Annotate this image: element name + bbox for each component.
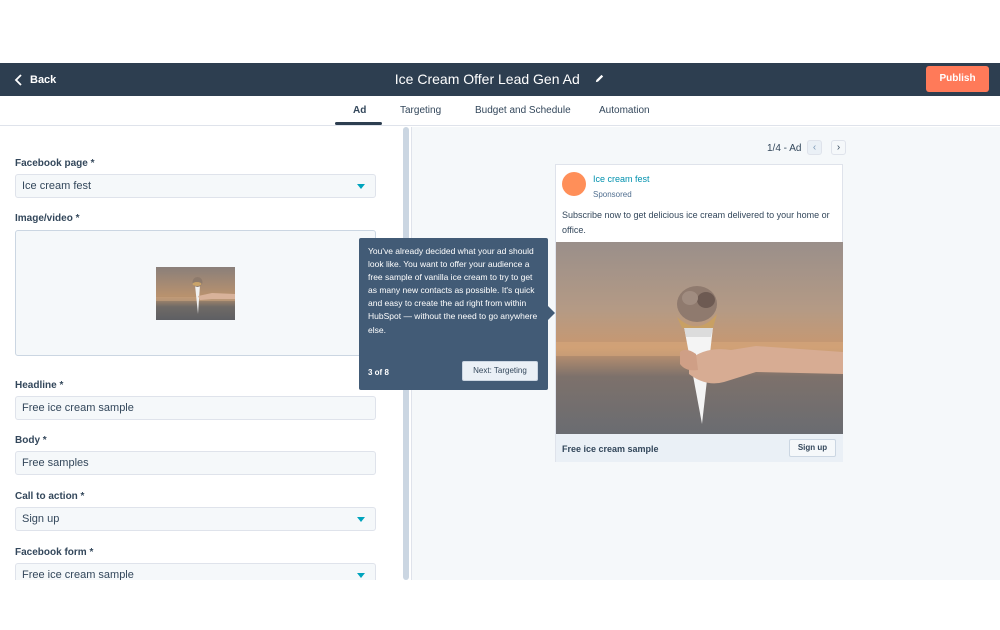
facebook-page-label: Facebook page *	[15, 158, 95, 169]
image-video-label: Image/video *	[15, 213, 80, 224]
next-targeting-button[interactable]: Next: Targeting	[462, 361, 538, 381]
ad-pager-label: 1/4 - Ad	[767, 143, 802, 154]
sponsored-label: Sponsored	[593, 190, 632, 199]
tab-targeting[interactable]: Targeting	[400, 105, 441, 116]
ad-preview-card: Ice cream fest Sponsored Subscribe now t…	[555, 164, 843, 462]
ad-image-thumbnail	[156, 267, 235, 320]
title-area: Ice Cream Offer Lead Gen Ad	[0, 70, 1000, 88]
body-input[interactable]: Free samples	[15, 451, 376, 475]
tab-ad[interactable]: Ad	[353, 105, 366, 116]
publish-button[interactable]: Publish	[926, 66, 989, 92]
facebook-page-select[interactable]: Ice cream fest	[15, 174, 376, 198]
page-title: Ice Cream Offer Lead Gen Ad	[394, 70, 580, 87]
facebook-page-value: Ice cream fest	[22, 180, 92, 192]
caret-down-icon	[357, 184, 365, 189]
chevron-left-icon: ‹	[812, 142, 817, 153]
headline-input[interactable]: Free ice cream sample	[15, 396, 376, 420]
ad-image	[556, 242, 843, 434]
next-ad-button[interactable]: ›	[831, 140, 846, 155]
chevron-right-icon: ›	[836, 142, 841, 153]
top-bar: Back Ice Cream Offer Lead Gen Ad Publish	[0, 63, 1000, 96]
facebook-form-label: Facebook form *	[15, 547, 94, 558]
onboarding-tooltip: You've already decided what your ad shou…	[359, 238, 555, 390]
tooltip-arrow	[548, 306, 555, 320]
tab-automation[interactable]: Automation	[599, 105, 650, 116]
active-tab-indicator	[335, 122, 382, 125]
ad-headline: Free ice cream sample	[562, 444, 659, 454]
facebook-form-select[interactable]: Free ice cream sample	[15, 563, 376, 580]
ad-card-footer: Free ice cream sample Sign up	[556, 434, 843, 462]
page-name-link[interactable]: Ice cream fest	[593, 174, 650, 184]
tooltip-step-counter: 3 of 8	[368, 368, 389, 377]
previous-ad-button[interactable]: ‹	[807, 140, 822, 155]
image-video-upload[interactable]	[15, 230, 376, 356]
ad-body-text: Subscribe now to get delicious ice cream…	[562, 210, 830, 235]
tooltip-text: You've already decided what your ad shou…	[368, 246, 538, 335]
facebook-form-value: Free ice cream sample	[22, 569, 134, 580]
caret-down-icon	[357, 517, 365, 522]
tab-budget-and-schedule[interactable]: Budget and Schedule	[475, 105, 571, 116]
page-avatar	[562, 172, 586, 196]
call-to-action-label: Call to action *	[15, 491, 85, 502]
ad-editor: Back Ice Cream Offer Lead Gen Ad Publish…	[0, 63, 1000, 580]
body-label: Body *	[15, 435, 47, 446]
caret-down-icon	[357, 573, 365, 578]
ad-form: Facebook page * Ice cream fest Image/vid…	[0, 127, 400, 580]
headline-label: Headline *	[15, 380, 64, 391]
sign-up-button[interactable]: Sign up	[789, 439, 836, 457]
tab-bar: Ad Targeting Budget and Schedule Automat…	[0, 96, 1000, 126]
call-to-action-select[interactable]: Sign up	[15, 507, 376, 531]
pencil-icon[interactable]	[594, 73, 605, 84]
call-to-action-value: Sign up	[22, 513, 60, 525]
